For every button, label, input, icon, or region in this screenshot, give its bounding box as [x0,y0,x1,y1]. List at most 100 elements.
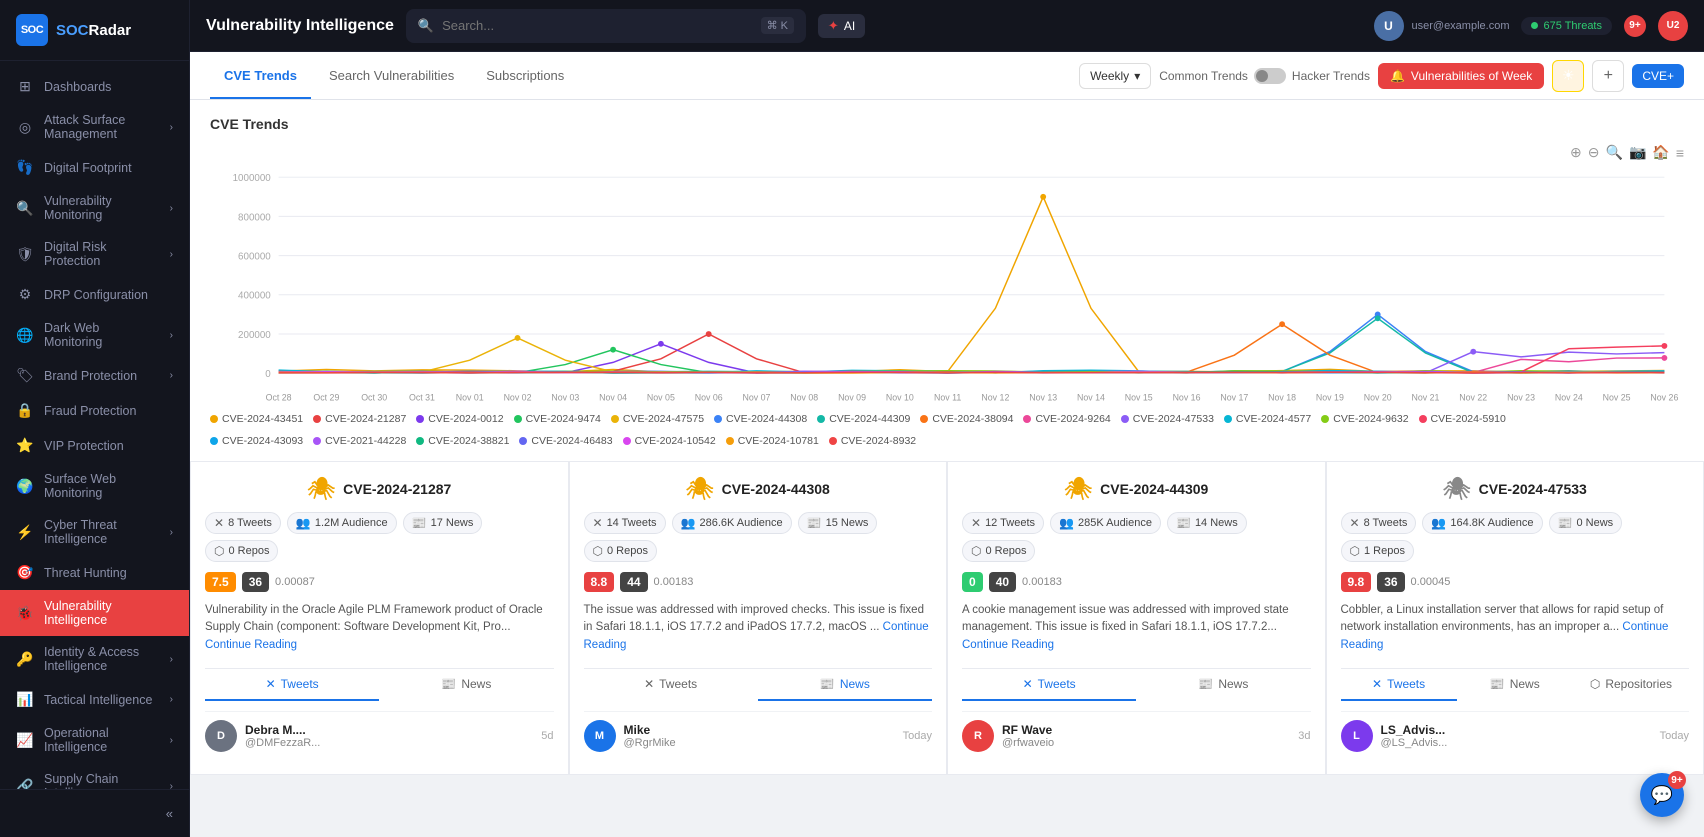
legend-item-cve-9264[interactable]: CVE-2024-9264 [1023,413,1110,425]
chat-icon: 💬 [1651,785,1673,806]
sidebar-item-dashboards[interactable]: ⊞ Dashboards [0,69,189,104]
legend-item-cve-21287[interactable]: CVE-2024-21287 [313,413,406,425]
add-button[interactable]: + [1592,60,1624,92]
sidebar-item-identity-access[interactable]: 🔑 Identity & Access Intelligence › [0,636,189,682]
sidebar-item-fraud-protection[interactable]: 🔒 Fraud Protection [0,393,189,428]
tab-search-vulns[interactable]: Search Vulnerabilities [315,52,468,99]
nav-arrow-identity-access: › [170,654,173,665]
legend-item-cve-38094[interactable]: CVE-2024-38094 [920,413,1013,425]
chat-fab[interactable]: 💬 9+ [1640,773,1684,817]
cvss-score: 8.8 [584,572,615,592]
sidebar-collapse-btn[interactable]: « [0,798,189,829]
zoom-reset-btn[interactable]: 🔍 [1606,144,1623,161]
legend-item-cve-46483[interactable]: CVE-2024-46483 [519,435,612,447]
sidebar-item-digital-risk[interactable]: 🛡 Digital Risk Protection › [0,231,189,277]
zoom-out-btn[interactable]: ⊖ [1588,144,1600,161]
sidebar-item-tactical-intel[interactable]: 📊 Tactical Intelligence › [0,682,189,717]
sidebar-item-vuln-intel[interactable]: 🐞 Vulnerability Intelligence [0,590,189,636]
search-bar[interactable]: 🔍 ⌘ K [406,9,806,43]
legend-item-cve-9474[interactable]: CVE-2024-9474 [514,413,601,425]
repos-chip: ⬡ 0 Repos [205,540,278,562]
tweets-chip: ✕ 8 Tweets [205,512,281,534]
sidebar-item-digital-footprint[interactable]: 👣 Digital Footprint [0,150,189,185]
nav-label-digital-footprint: Digital Footprint [44,161,173,175]
cve-card-CVE-2024-47533: 🕷 CVE-2024-47533 ✕ 8 Tweets 👥 164.8K Aud… [1326,461,1704,775]
zoom-in-btn[interactable]: ⊕ [1570,144,1582,161]
legend-item-cve-9632[interactable]: CVE-2024-9632 [1321,413,1408,425]
read-more-link[interactable]: Continue Reading [584,621,929,650]
twitter-icon: ✕ [1350,516,1360,530]
read-more-link[interactable]: Continue Reading [205,639,297,651]
tab-subscriptions[interactable]: Subscriptions [472,52,578,99]
page-title: Vulnerability Intelligence [206,17,394,35]
nav-label-dark-web: Dark Web Monitoring [44,321,160,349]
legend-item-cve-5910[interactable]: CVE-2024-5910 [1419,413,1506,425]
read-more-link[interactable]: Continue Reading [1341,621,1669,650]
card-tab-tweets[interactable]: ✕ Tweets [584,669,758,701]
notification-badge[interactable]: 9+ [1624,15,1646,37]
card-tab-tweets[interactable]: ✕ Tweets [205,669,379,701]
score-row: 9.8 36 0.00045 [1341,572,1690,592]
sidebar-item-supply-chain[interactable]: 🔗 Supply Chain Intelligence › [0,763,189,789]
card-tab-news[interactable]: 📰 News [1457,669,1573,701]
nav-label-attack-surface: Attack Surface Management [44,113,160,141]
legend-item-cve-44308[interactable]: CVE-2024-44308 [714,413,807,425]
legend-item-cve-44228[interactable]: CVE-2021-44228 [313,435,406,447]
sidebar-item-drp-config[interactable]: ⚙ DRP Configuration [0,277,189,312]
search-input[interactable] [442,18,752,33]
search-shortcut: ⌘ K [761,17,794,34]
x-icon: ✕ [1372,677,1382,691]
tab-cve-trends[interactable]: CVE Trends [210,52,311,99]
sidebar-item-operational-intel[interactable]: 📈 Operational Intelligence › [0,717,189,763]
sidebar-item-surface-web[interactable]: 🌍 Surface Web Monitoring [0,463,189,509]
legend-item-cve-44309[interactable]: CVE-2024-44309 [817,413,910,425]
chat-notification: 9+ [1668,771,1686,789]
legend-item-cve-10542[interactable]: CVE-2024-10542 [623,435,716,447]
legend-item-cve-8932[interactable]: CVE-2024-8932 [829,435,916,447]
svg-text:Nov 04: Nov 04 [599,393,627,403]
tweet-info: LS_Advis... @LS_Advis... [1381,723,1652,749]
legend-item-cve-38821[interactable]: CVE-2024-38821 [416,435,509,447]
menu-btn[interactable]: ≡ [1676,144,1684,161]
legend-item-cve-47575[interactable]: CVE-2024-47575 [611,413,704,425]
download-btn[interactable]: 📷 [1629,144,1646,161]
card-tab-tweets[interactable]: ✕ Tweets [962,669,1136,701]
sidebar-item-dark-web[interactable]: 🌐 Dark Web Monitoring › [0,312,189,358]
sidebar-item-cyber-threat[interactable]: ⚡ Cyber Threat Intelligence › [0,509,189,555]
legend-item-cve-10781[interactable]: CVE-2024-10781 [726,435,819,447]
nav-arrow-dark-web: › [170,330,173,341]
sun-button[interactable]: ☀ [1552,60,1584,92]
legend-item-cve-43451[interactable]: CVE-2024-43451 [210,413,303,425]
sidebar-item-vuln-monitoring[interactable]: 🔍 Vulnerability Monitoring › [0,185,189,231]
tweet-handle: @RgrMike [624,737,895,749]
news-icon: 📰 [1176,516,1191,530]
legend-item-cve-4577[interactable]: CVE-2024-4577 [1224,413,1311,425]
card-tabs: ✕ Tweets 📰 News [962,668,1311,701]
legend-item-cve-0012[interactable]: CVE-2024-0012 [416,413,503,425]
card-tab-repos[interactable]: ⬡ Repositories [1573,669,1689,701]
tweets-count: 14 Tweets [607,517,657,529]
card-tab-tweets[interactable]: ✕ Tweets [1341,669,1457,701]
card-tab-news[interactable]: 📰 News [1136,669,1310,701]
frequency-select[interactable]: Weekly ▾ [1079,63,1151,89]
sidebar-item-threat-hunting[interactable]: 🎯 Threat Hunting [0,555,189,590]
sidebar-item-attack-surface[interactable]: ◎ Attack Surface Management › [0,104,189,150]
card-tab-news[interactable]: 📰 News [379,669,553,701]
legend-item-cve-47533[interactable]: CVE-2024-47533 [1121,413,1214,425]
home-btn[interactable]: 🏠 [1652,144,1669,161]
sidebar-item-vip-protection[interactable]: ⭐ VIP Protection [0,428,189,463]
avatar: U [1374,11,1404,41]
card-tab-news[interactable]: 📰 News [758,669,932,701]
sidebar-item-brand-protection[interactable]: 🏷 Brand Protection › [0,358,189,393]
svg-text:Nov 21: Nov 21 [1412,393,1440,403]
toggle-switch[interactable] [1254,68,1286,84]
legend-item-cve-43093[interactable]: CVE-2024-43093 [210,435,303,447]
sidebar-bottom: « [0,789,189,837]
ai-button[interactable]: ✦ AI [818,14,865,38]
vuln-week-button[interactable]: 🔔 Vulnerabilities of Week [1378,63,1544,89]
nav-label-dashboards: Dashboards [44,80,173,94]
read-more-link[interactable]: Continue Reading [962,639,1054,651]
cve-plus-button[interactable]: CVE+ [1632,64,1684,88]
chart-container: CVE Trends ⊕ ⊖ 🔍 📷 🏠 ≡ 02000004000006000… [190,100,1704,461]
x-icon: ✕ [644,677,654,691]
